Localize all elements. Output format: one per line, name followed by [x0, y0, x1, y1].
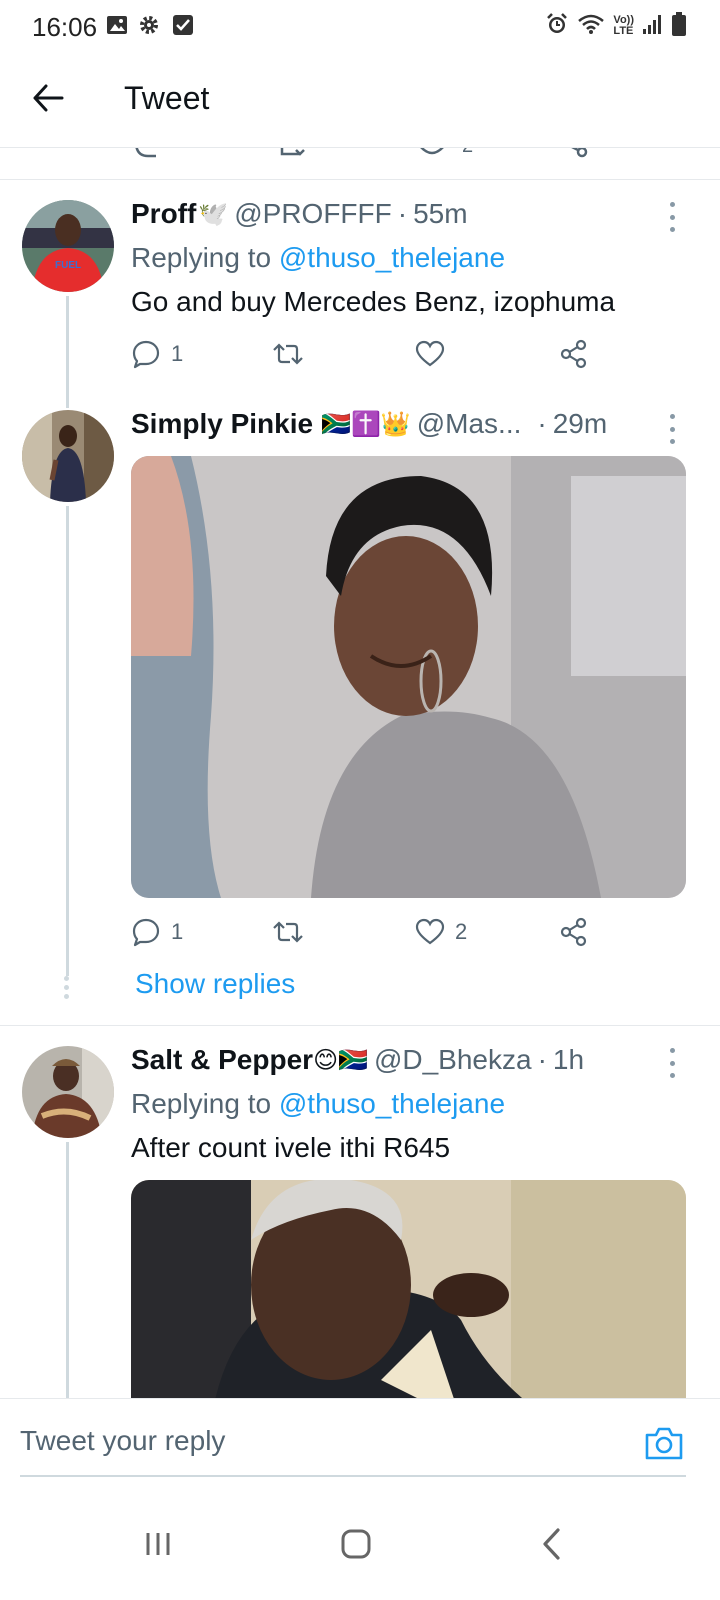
mention-link[interactable]: @thuso_thelejane — [279, 1088, 505, 1119]
tweet-header: Proff 🕊️ @PROFFFF · 55m — [131, 198, 468, 230]
smile-flag-emoji: 😊🇿🇦 — [313, 1046, 368, 1074]
retweet-icon — [273, 921, 303, 943]
tweet-header: Simply Pinkie 🇿🇦✝️👑 @Mas... · 29m — [131, 408, 608, 440]
share-button[interactable] — [559, 339, 589, 369]
tweet-reply-input[interactable] — [20, 1419, 620, 1463]
wifi-icon — [577, 13, 605, 38]
home-icon — [341, 1529, 371, 1559]
app-header: Tweet — [0, 56, 720, 148]
mention-link[interactable]: @thuso_thelejane — [279, 242, 505, 273]
system-back-button[interactable] — [522, 1514, 582, 1574]
like-button[interactable] — [415, 340, 455, 368]
home-button[interactable] — [326, 1514, 386, 1574]
reply-count: 1 — [171, 919, 184, 944]
handle[interactable]: @D_Bhekza — [374, 1044, 532, 1076]
tweet-actions: 1 — [131, 334, 611, 374]
replying-to: Replying to @thuso_thelejane — [131, 1088, 506, 1119]
tweet-actions: 1 2 — [131, 912, 611, 952]
reply-bar — [0, 1398, 720, 1488]
back-button[interactable] — [28, 78, 68, 118]
reply-underline — [20, 1475, 686, 1477]
status-bar: 16:06 Vo)) LTE — [0, 0, 720, 54]
flag-cross-crown-emoji: 🇿🇦✝️👑 — [321, 410, 411, 438]
tweet-proff[interactable]: FUEL Proff 🕊️ @PROFFFF · 55m Replying to… — [0, 180, 720, 408]
timestamp[interactable]: 29m — [553, 408, 607, 440]
thread-dots — [64, 976, 70, 999]
comment-icon — [132, 918, 160, 947]
display-name[interactable]: Simply Pinkie — [131, 408, 313, 440]
tweet-salt-pepper[interactable]: Salt & Pepper 😊🇿🇦 @D_Bhekza · 1h Replyin… — [0, 1026, 720, 1420]
show-replies-link[interactable]: Show replies — [135, 968, 295, 1000]
status-time: 16:06 — [32, 12, 98, 42]
more-options-button[interactable] — [662, 414, 682, 444]
system-nav-bar — [0, 1488, 720, 1600]
avatar[interactable]: FUEL — [22, 200, 114, 292]
status-icons-right: Vo)) LTE — [545, 12, 686, 39]
more-options-button[interactable] — [662, 1048, 682, 1078]
svg-text:FUEL: FUEL — [55, 260, 81, 271]
previous-tweet-actions: 2 — [0, 148, 720, 180]
heart-icon — [415, 918, 445, 945]
share-icon — [560, 339, 587, 369]
heart-icon — [415, 340, 445, 367]
retweet-button[interactable] — [271, 339, 315, 369]
avatar[interactable] — [22, 1046, 114, 1138]
recents-icon — [146, 1533, 170, 1555]
like-count: 2 — [455, 919, 468, 944]
like-button[interactable]: 2 — [415, 918, 467, 946]
display-name[interactable]: Salt & Pepper — [131, 1044, 313, 1076]
tweet-text: After count ivele ithi R645 — [131, 1132, 451, 1163]
chevron-left-icon — [543, 1528, 560, 1560]
thread-line — [66, 506, 69, 976]
signal-icon — [642, 13, 664, 38]
alarm-icon — [545, 12, 569, 39]
more-options-button[interactable] — [662, 202, 682, 232]
retweet-button[interactable] — [271, 917, 315, 947]
reply-button[interactable]: 1 — [131, 917, 183, 947]
gear-icon — [138, 14, 160, 36]
tweet-image[interactable] — [131, 456, 686, 898]
recents-button[interactable] — [128, 1514, 188, 1574]
dove-emoji: 🕊️ — [198, 200, 229, 228]
volte-icon: Vo)) LTE — [613, 13, 634, 37]
avatar[interactable] — [22, 410, 114, 502]
camera-button[interactable] — [644, 1425, 684, 1461]
timestamp[interactable]: 55m — [413, 198, 467, 230]
handle[interactable]: @PROFFFF — [234, 198, 392, 230]
thread-line — [66, 296, 69, 408]
camera-icon — [645, 1427, 683, 1460]
page-title: Tweet — [124, 80, 210, 116]
svg-text:2: 2 — [462, 148, 473, 157]
battery-icon — [672, 12, 686, 39]
tweet-text: Go and buy Mercedes Benz, izophuma — [131, 286, 616, 317]
timestamp[interactable]: 1h — [553, 1044, 584, 1076]
share-icon — [560, 917, 587, 947]
comment-icon — [132, 340, 160, 369]
display-name[interactable]: Proff — [131, 198, 196, 230]
checkbox-icon — [172, 14, 194, 36]
tweet-image[interactable] — [131, 1180, 686, 1420]
tweet-header: Salt & Pepper 😊🇿🇦 @D_Bhekza · 1h — [131, 1044, 585, 1076]
image-icon — [106, 14, 128, 36]
reply-count: 1 — [171, 341, 184, 366]
reply-button[interactable]: 1 — [131, 339, 183, 369]
tweet-simply-pinkie[interactable]: Simply Pinkie 🇿🇦✝️👑 @Mas... · 29m 1 2 — [0, 408, 720, 1026]
handle[interactable]: @Mas... — [417, 408, 522, 440]
share-button[interactable] — [559, 917, 589, 947]
replying-to: Replying to @thuso_thelejane — [131, 242, 506, 273]
arrow-left-icon — [33, 84, 64, 112]
retweet-icon — [273, 343, 303, 365]
thread-line — [66, 1142, 69, 1398]
